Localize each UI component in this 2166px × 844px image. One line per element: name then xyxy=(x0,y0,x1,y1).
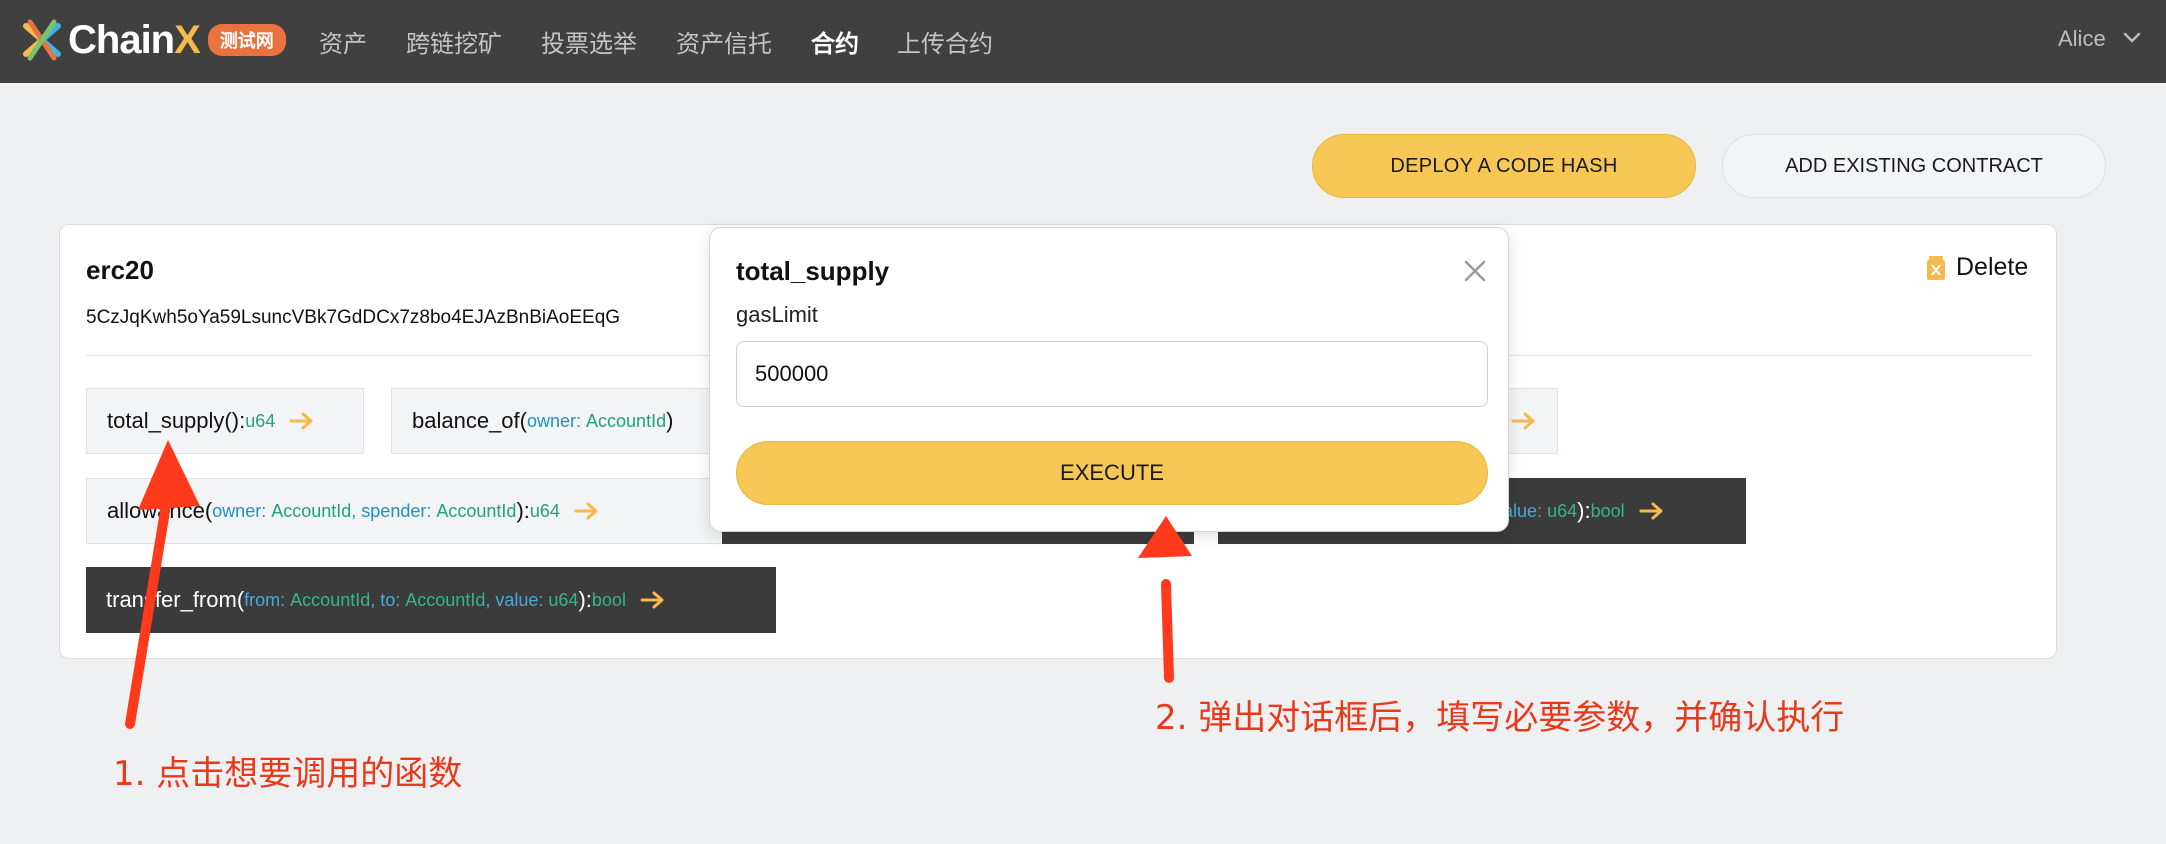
contract-name: erc20 xyxy=(86,255,154,285)
execute-button[interactable]: EXECUTE xyxy=(736,441,1488,505)
delete-label: Delete xyxy=(1956,253,2029,281)
method-balance-of[interactable]: balance_of(owner: AccountId) xyxy=(391,388,731,454)
arrow-right-icon xyxy=(574,502,598,520)
nav-item-cross-chain-mining[interactable]: 跨链挖矿 xyxy=(406,24,502,59)
nav-item-assets[interactable]: 资产 xyxy=(319,24,367,59)
annotation-step-1: 1. 点击想要调用的函数 xyxy=(113,754,463,794)
method-call-dialog: total_supply gasLimit EXECUTE xyxy=(709,227,1509,532)
close-icon[interactable] xyxy=(1462,258,1488,284)
nav-item-asset-trust[interactable]: 资产信托 xyxy=(676,24,772,59)
dialog-title: total_supply xyxy=(736,256,890,286)
method-transfer-from[interactable]: transfer_from(from: AccountId, to: Accou… xyxy=(86,567,776,633)
arrow-right-icon xyxy=(1511,412,1535,430)
arrow-right-icon xyxy=(640,591,664,609)
top-nav-bar: ChainX 测试网 资产 跨链挖矿 投票选举 资产信托 合约 上传合约 Ali… xyxy=(0,0,2166,83)
gas-limit-input[interactable] xyxy=(736,341,1488,407)
account-name[interactable]: Alice xyxy=(2058,26,2106,52)
nav-item-contract[interactable]: 合约 xyxy=(811,24,859,59)
chevron-down-icon[interactable] xyxy=(2122,30,2142,46)
testnet-badge: 测试网 xyxy=(207,24,286,56)
add-existing-contract-button[interactable]: ADD EXISTING CONTRACT xyxy=(1722,134,2106,198)
gas-limit-label: gasLimit xyxy=(736,302,818,327)
delete-button[interactable]: Delete xyxy=(1926,253,2028,282)
method-allowance[interactable]: allowance(owner: AccountId, spender: Acc… xyxy=(86,478,724,544)
nav-item-upload-contract[interactable]: 上传合约 xyxy=(897,24,993,59)
trash-icon xyxy=(1927,255,1945,280)
arrow-right-icon xyxy=(289,412,313,430)
annotation-step-2: 2. 弹出对话框后，填写必要参数，并确认执行 xyxy=(1155,698,1845,738)
chainx-logo-icon xyxy=(23,19,61,61)
nav-item-voting[interactable]: 投票选举 xyxy=(541,24,637,59)
method-total-supply[interactable]: total_supply(): u64 xyxy=(86,388,364,454)
logo-text: ChainX xyxy=(68,17,201,62)
contract-address: 5CzJqKwh5oYa59LsuncVBk7GdDCx7z8bo4EJAzBn… xyxy=(86,307,621,328)
deploy-code-hash-button[interactable]: DEPLOY A CODE HASH xyxy=(1312,134,1696,198)
logo[interactable]: ChainX 测试网 xyxy=(20,18,286,62)
arrow-right-icon xyxy=(1639,502,1663,520)
